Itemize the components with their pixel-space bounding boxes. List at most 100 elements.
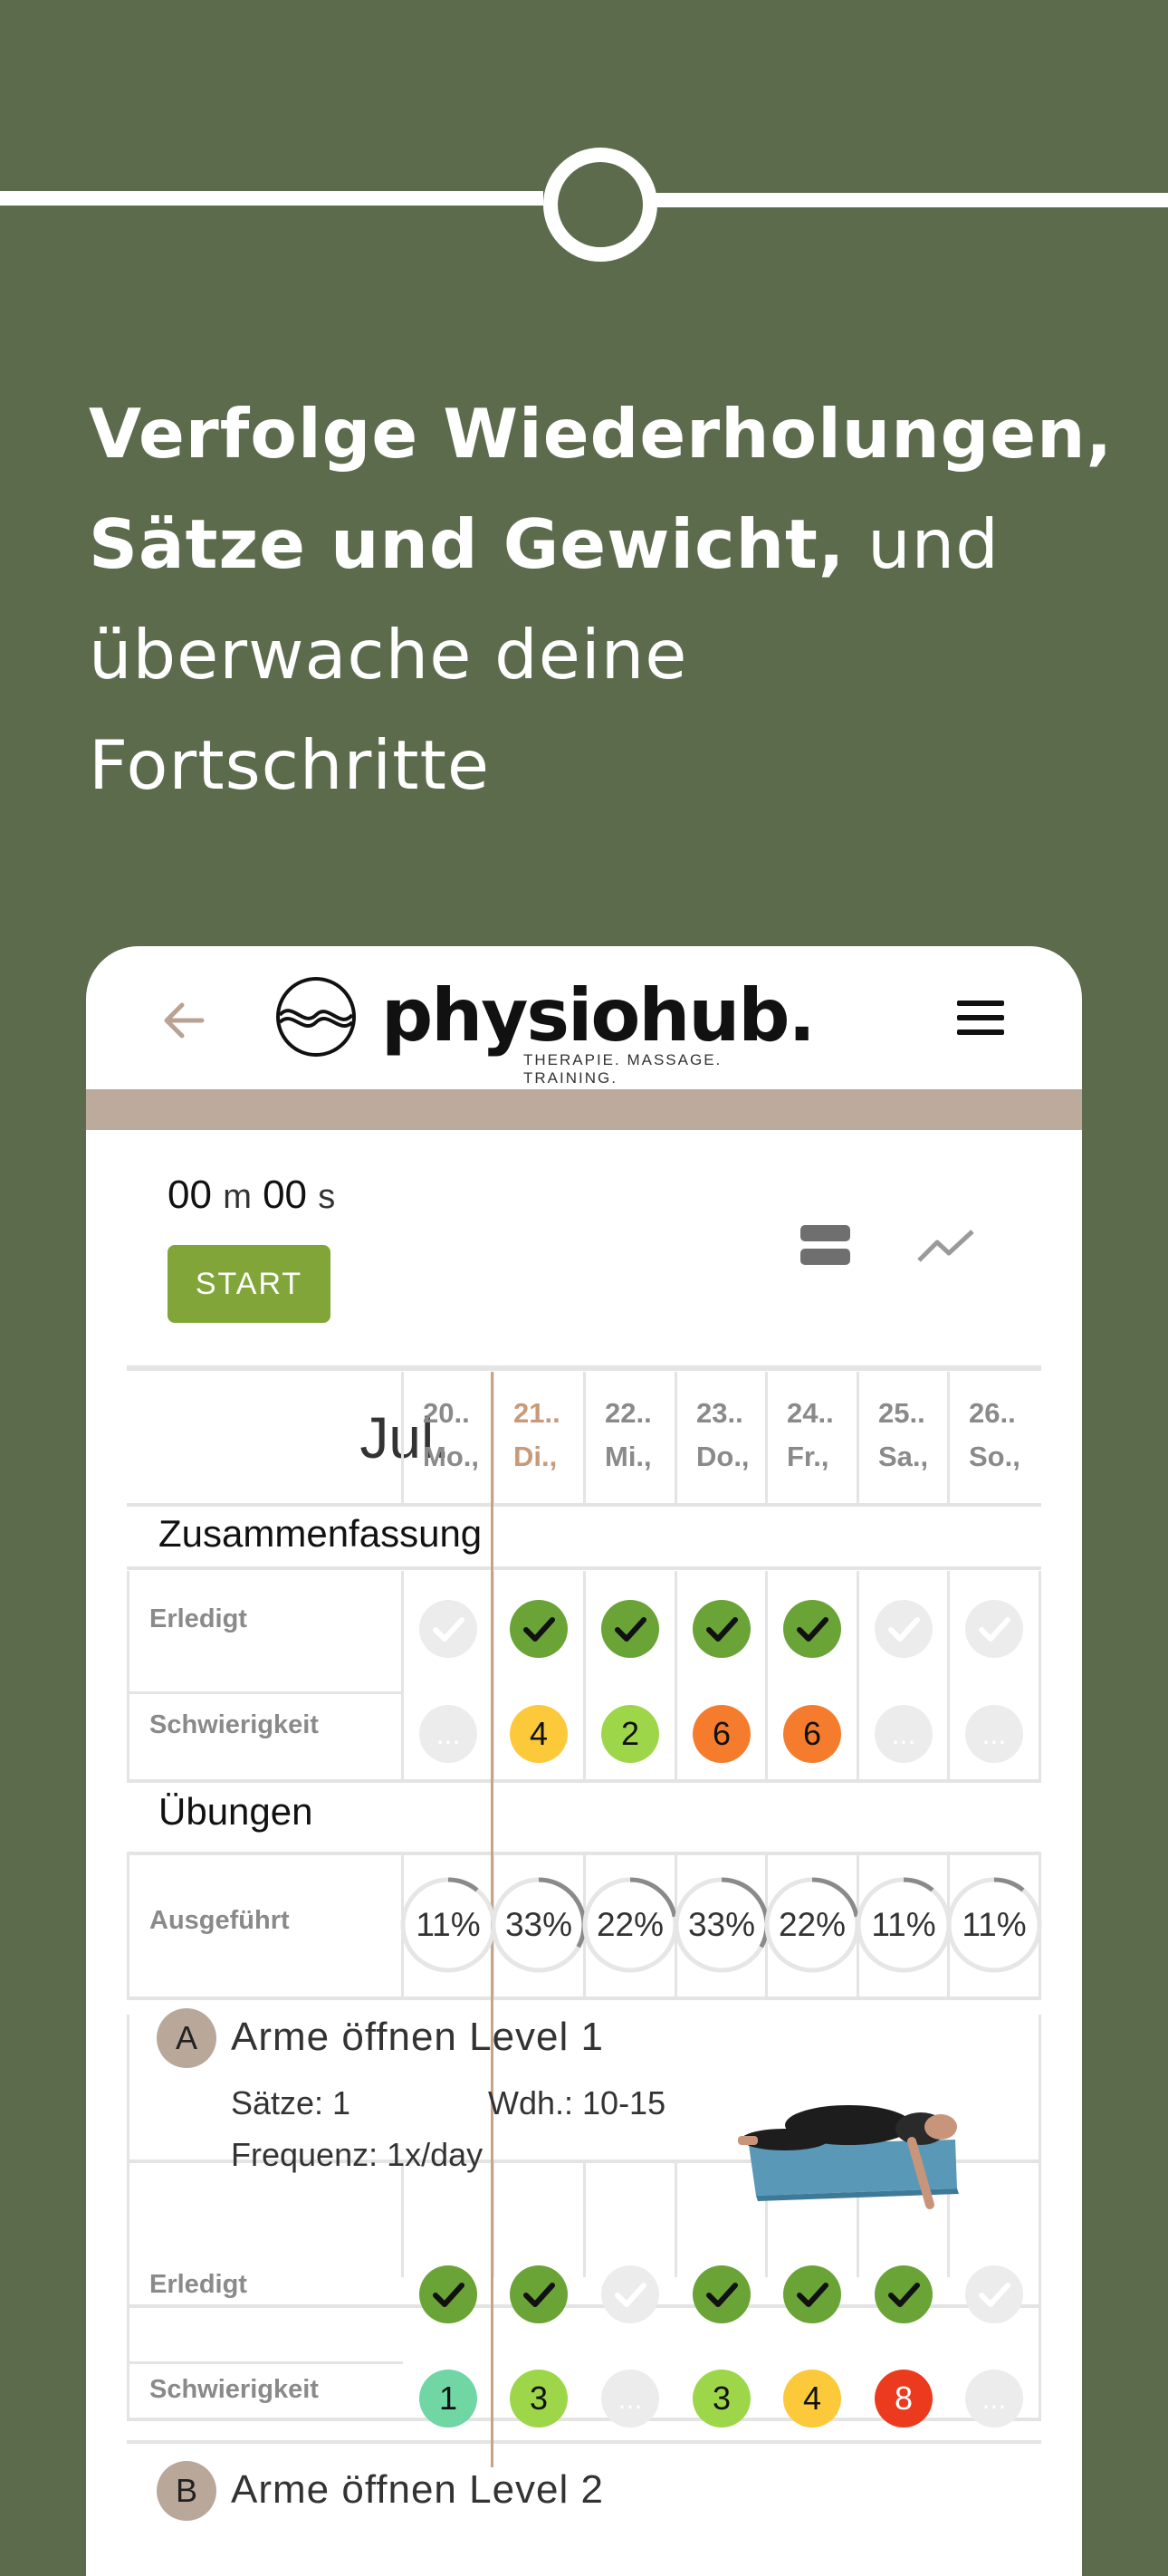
checkmark-empty-icon[interactable] <box>875 1600 933 1658</box>
checkmark-done-icon[interactable] <box>693 2265 751 2323</box>
grid-divider <box>127 1779 1041 1783</box>
grid-divider <box>401 1372 404 1503</box>
performed-percentage: 22% <box>761 1874 863 1976</box>
grid-divider <box>765 1571 768 1779</box>
performed-percentage-text: 22% <box>778 1906 847 1943</box>
performed-percentage: 33% <box>671 1874 772 1976</box>
checkmark-empty-icon[interactable] <box>965 2265 1023 2323</box>
day-header[interactable]: 25.. Sa., <box>858 1372 949 1503</box>
performed-percentage-text: 11% <box>871 1906 936 1943</box>
exercise-reps: Wdh.: 10-15 <box>488 2084 666 2121</box>
day-number: 25.. <box>878 1397 925 1429</box>
day-header[interactable]: 20.. Mo., <box>403 1372 493 1503</box>
exercise-title[interactable]: Arme öffnen Level 1 <box>231 2015 604 2060</box>
hamburger-menu-icon[interactable] <box>957 1001 1004 1037</box>
grid-divider <box>127 1852 1041 1855</box>
app-header: physiohub. THERAPIE. MASSAGE. TRAINING. <box>86 946 1082 1089</box>
grid-divider <box>857 1372 859 1503</box>
header-divider-bar <box>86 1089 1082 1130</box>
checkmark-done-icon[interactable] <box>419 2265 477 2323</box>
difficulty-badge[interactable]: ... <box>875 1705 933 1763</box>
logo-wave-icon <box>276 977 356 1057</box>
difficulty-badge[interactable]: ... <box>965 1705 1023 1763</box>
day-header[interactable]: 21.. Di., <box>493 1372 584 1503</box>
difficulty-badge[interactable]: 2 <box>601 1705 659 1763</box>
checkmark-empty-icon[interactable] <box>419 1600 477 1658</box>
grid-top-border <box>127 1365 1041 1371</box>
exercise-badge: B <box>157 2461 216 2521</box>
grid-divider <box>765 1372 768 1503</box>
difficulty-badge[interactable]: 8 <box>875 2370 933 2428</box>
day-name: Mo., <box>423 1441 479 1472</box>
app-screen: physiohub. THERAPIE. MASSAGE. TRAINING. … <box>86 946 1082 2576</box>
checkmark-done-icon[interactable] <box>510 2265 568 2323</box>
grid-divider <box>675 1372 677 1503</box>
grid-divider <box>947 1571 950 1779</box>
grid-divider <box>857 1571 859 1779</box>
checkmark-done-icon[interactable] <box>783 1600 841 1658</box>
difficulty-badge[interactable]: 6 <box>783 1705 841 1763</box>
exercise-title[interactable]: Arme öffnen Level 2 <box>231 2467 604 2513</box>
day-header[interactable]: 23.. Do., <box>676 1372 767 1503</box>
performed-percentage-text: 11% <box>416 1906 481 1943</box>
grid-divider <box>127 1503 1041 1507</box>
grid-divider <box>583 2159 586 2277</box>
chart-trend-icon[interactable] <box>914 1222 978 1268</box>
grid-divider <box>127 1566 1041 1570</box>
day-header[interactable]: 24.. Fr., <box>767 1372 857 1503</box>
difficulty-badge[interactable]: 4 <box>510 1705 568 1763</box>
grid-divider <box>127 2015 129 2159</box>
exercise-done-label: Erledigt <box>149 2270 247 2299</box>
summary-difficulty-label: Schwierigkeit <box>149 1710 319 1739</box>
performed-percentage: 33% <box>488 1874 589 1976</box>
difficulty-badge[interactable]: 3 <box>693 2370 751 2428</box>
grid-divider <box>675 2159 677 2277</box>
day-header[interactable]: 22.. Mi., <box>585 1372 675 1503</box>
checkmark-done-icon[interactable] <box>783 2265 841 2323</box>
exercise-frequency: Frequenz: 1x/day <box>231 2136 483 2173</box>
grid-divider <box>675 1571 677 1779</box>
summary-section-title: Zusammenfassung <box>158 1512 483 1555</box>
checkmark-done-icon[interactable] <box>693 1600 751 1658</box>
decor-circle <box>543 148 657 262</box>
grid-divider <box>127 2361 403 2364</box>
performed-percentage-text: 11% <box>962 1906 1027 1943</box>
grid-divider <box>1039 1571 1041 1779</box>
grid-divider <box>401 2159 404 2277</box>
checkmark-done-icon[interactable] <box>601 1600 659 1658</box>
difficulty-badge[interactable]: ... <box>601 2370 659 2428</box>
exercise-sets: Sätze: 1 <box>231 2084 351 2121</box>
day-name: Mi., <box>605 1441 652 1472</box>
day-name: Sa., <box>878 1441 929 1472</box>
physiohub-logo: physiohub. THERAPIE. MASSAGE. TRAINING. <box>274 972 818 1087</box>
day-name: So., <box>969 1441 1020 1472</box>
day-name: Fr., <box>787 1441 829 1472</box>
performed-percentage: 22% <box>579 1874 681 1976</box>
difficulty-badge[interactable]: ... <box>419 1705 477 1763</box>
difficulty-badge[interactable]: 3 <box>510 2370 568 2428</box>
grid-divider <box>947 1372 950 1503</box>
difficulty-badge[interactable]: ... <box>965 2370 1023 2428</box>
performed-percentage: 11% <box>853 1874 954 1976</box>
checkmark-empty-icon[interactable] <box>601 2265 659 2323</box>
day-name: Di., <box>513 1441 558 1472</box>
checkmark-empty-icon[interactable] <box>965 1600 1023 1658</box>
grid-divider <box>583 1571 586 1779</box>
difficulty-badge[interactable]: 6 <box>693 1705 751 1763</box>
day-header[interactable]: 26.. So., <box>949 1372 1039 1503</box>
start-button[interactable]: START <box>168 1245 330 1323</box>
day-number: 22.. <box>605 1397 652 1429</box>
checkmark-done-icon[interactable] <box>510 1600 568 1658</box>
decor-line-left <box>0 191 543 206</box>
list-view-icon[interactable] <box>800 1225 850 1265</box>
difficulty-badge[interactable]: 1 <box>419 2370 477 2428</box>
difficulty-badge[interactable]: 4 <box>783 2370 841 2428</box>
exercise-thumbnail-image[interactable] <box>731 2089 975 2216</box>
grid-divider <box>127 1852 129 1997</box>
grid-divider <box>127 1691 403 1694</box>
checkmark-done-icon[interactable] <box>875 2265 933 2323</box>
exercises-section-title: Übungen <box>158 1790 313 1833</box>
exercise-difficulty-label: Schwierigkeit <box>149 2375 319 2404</box>
grid-divider <box>127 2159 129 2418</box>
back-arrow-icon[interactable] <box>160 997 207 1044</box>
